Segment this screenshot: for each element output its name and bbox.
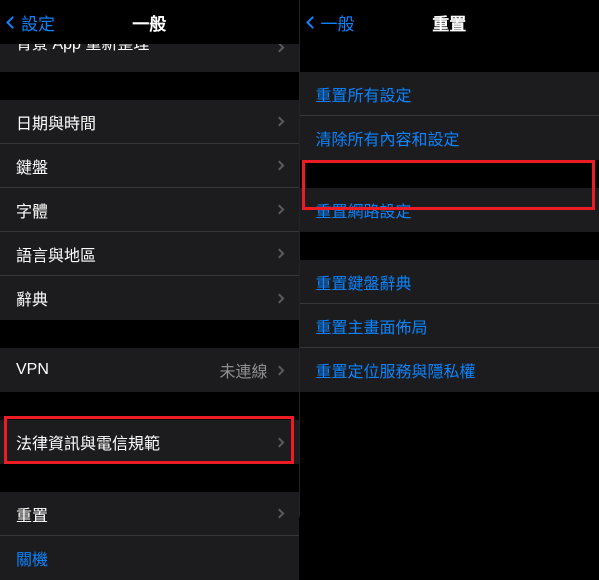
row-fonts[interactable]: 字體	[0, 188, 299, 232]
chevron-left-icon	[6, 16, 19, 29]
row-reset-all-settings[interactable]: 重置所有設定	[300, 72, 599, 116]
back-button[interactable]: 一般	[308, 10, 355, 35]
row-label: 日期與時間	[16, 110, 276, 134]
chevron-right-icon	[274, 161, 284, 171]
page-title: 重置	[432, 10, 466, 35]
row-background-refresh[interactable]: 背景 App 重新整理	[0, 44, 299, 72]
row-reset-network[interactable]: 重置網路設定	[300, 188, 599, 232]
chevron-right-icon	[274, 117, 284, 127]
row-reset-home-layout[interactable]: 重置主畫面佈局	[300, 304, 599, 348]
back-label: 設定	[21, 10, 55, 35]
row-reset-location-privacy[interactable]: 重置定位服務與隱私權	[300, 348, 599, 392]
row-label: 重置鍵盤辭典	[316, 270, 584, 294]
chevron-left-icon	[306, 16, 319, 29]
row-label: 重置所有設定	[316, 82, 584, 106]
row-label: 背景 App 重新整理	[16, 44, 276, 54]
chevron-right-icon	[274, 293, 284, 303]
chevron-right-icon	[274, 249, 284, 259]
row-label: VPN	[16, 361, 219, 379]
group-reset-other: 重置鍵盤辭典 重置主畫面佈局 重置定位服務與隱私權	[300, 260, 599, 392]
row-language-region[interactable]: 語言與地區	[0, 232, 299, 276]
group-system: 日期與時間 鍵盤 字體 語言與地區 辭典	[0, 100, 299, 320]
header: 一般 重置	[300, 0, 599, 44]
row-erase-all[interactable]: 清除所有內容和設定	[300, 116, 599, 160]
row-label: 關機	[16, 546, 283, 570]
back-label: 一般	[321, 10, 355, 35]
chevron-right-icon	[274, 205, 284, 215]
group-reset-all: 重置所有設定 清除所有內容和設定	[300, 72, 599, 160]
row-vpn[interactable]: VPN 未連線	[0, 348, 299, 392]
row-label: 重置網路設定	[316, 198, 584, 222]
page-title: 一般	[132, 10, 166, 35]
row-detail: 未連線	[219, 358, 267, 382]
chevron-right-icon	[274, 437, 284, 447]
row-keyboard[interactable]: 鍵盤	[0, 144, 299, 188]
row-label: 重置定位服務與隱私權	[316, 358, 584, 382]
general-settings-panel: 設定 一般 背景 App 重新整理 日期與時間 鍵盤 字體 語言與地區 辭典	[0, 0, 300, 517]
row-label: 語言與地區	[16, 242, 276, 266]
row-label: 重置主畫面佈局	[316, 314, 584, 338]
row-label: 字體	[16, 198, 276, 222]
header: 設定 一般	[0, 0, 299, 44]
reset-panel: 一般 重置 重置所有設定 清除所有內容和設定 重置網路設定 重置鍵盤辭典 重置主…	[300, 0, 599, 517]
row-label: 辭典	[16, 286, 276, 310]
chevron-right-icon	[274, 44, 284, 52]
back-button[interactable]: 設定	[8, 10, 55, 35]
row-label: 清除所有內容和設定	[316, 126, 584, 150]
row-legal[interactable]: 法律資訊與電信規範	[0, 420, 299, 464]
row-shutdown[interactable]: 關機	[0, 536, 299, 580]
row-label: 重置	[16, 502, 276, 526]
group-reset-network: 重置網路設定	[300, 188, 599, 232]
row-reset-keyboard-dict[interactable]: 重置鍵盤辭典	[300, 260, 599, 304]
group-legal: 法律資訊與電信規範	[0, 420, 299, 464]
row-date-time[interactable]: 日期與時間	[0, 100, 299, 144]
group-reset: 重置 關機	[0, 492, 299, 580]
row-reset[interactable]: 重置	[0, 492, 299, 536]
group-vpn: VPN 未連線	[0, 348, 299, 392]
chevron-right-icon	[274, 365, 284, 375]
row-label: 法律資訊與電信規範	[16, 430, 276, 454]
row-dictionary[interactable]: 辭典	[0, 276, 299, 320]
row-label: 鍵盤	[16, 154, 276, 178]
group-partial: 背景 App 重新整理	[0, 44, 299, 72]
